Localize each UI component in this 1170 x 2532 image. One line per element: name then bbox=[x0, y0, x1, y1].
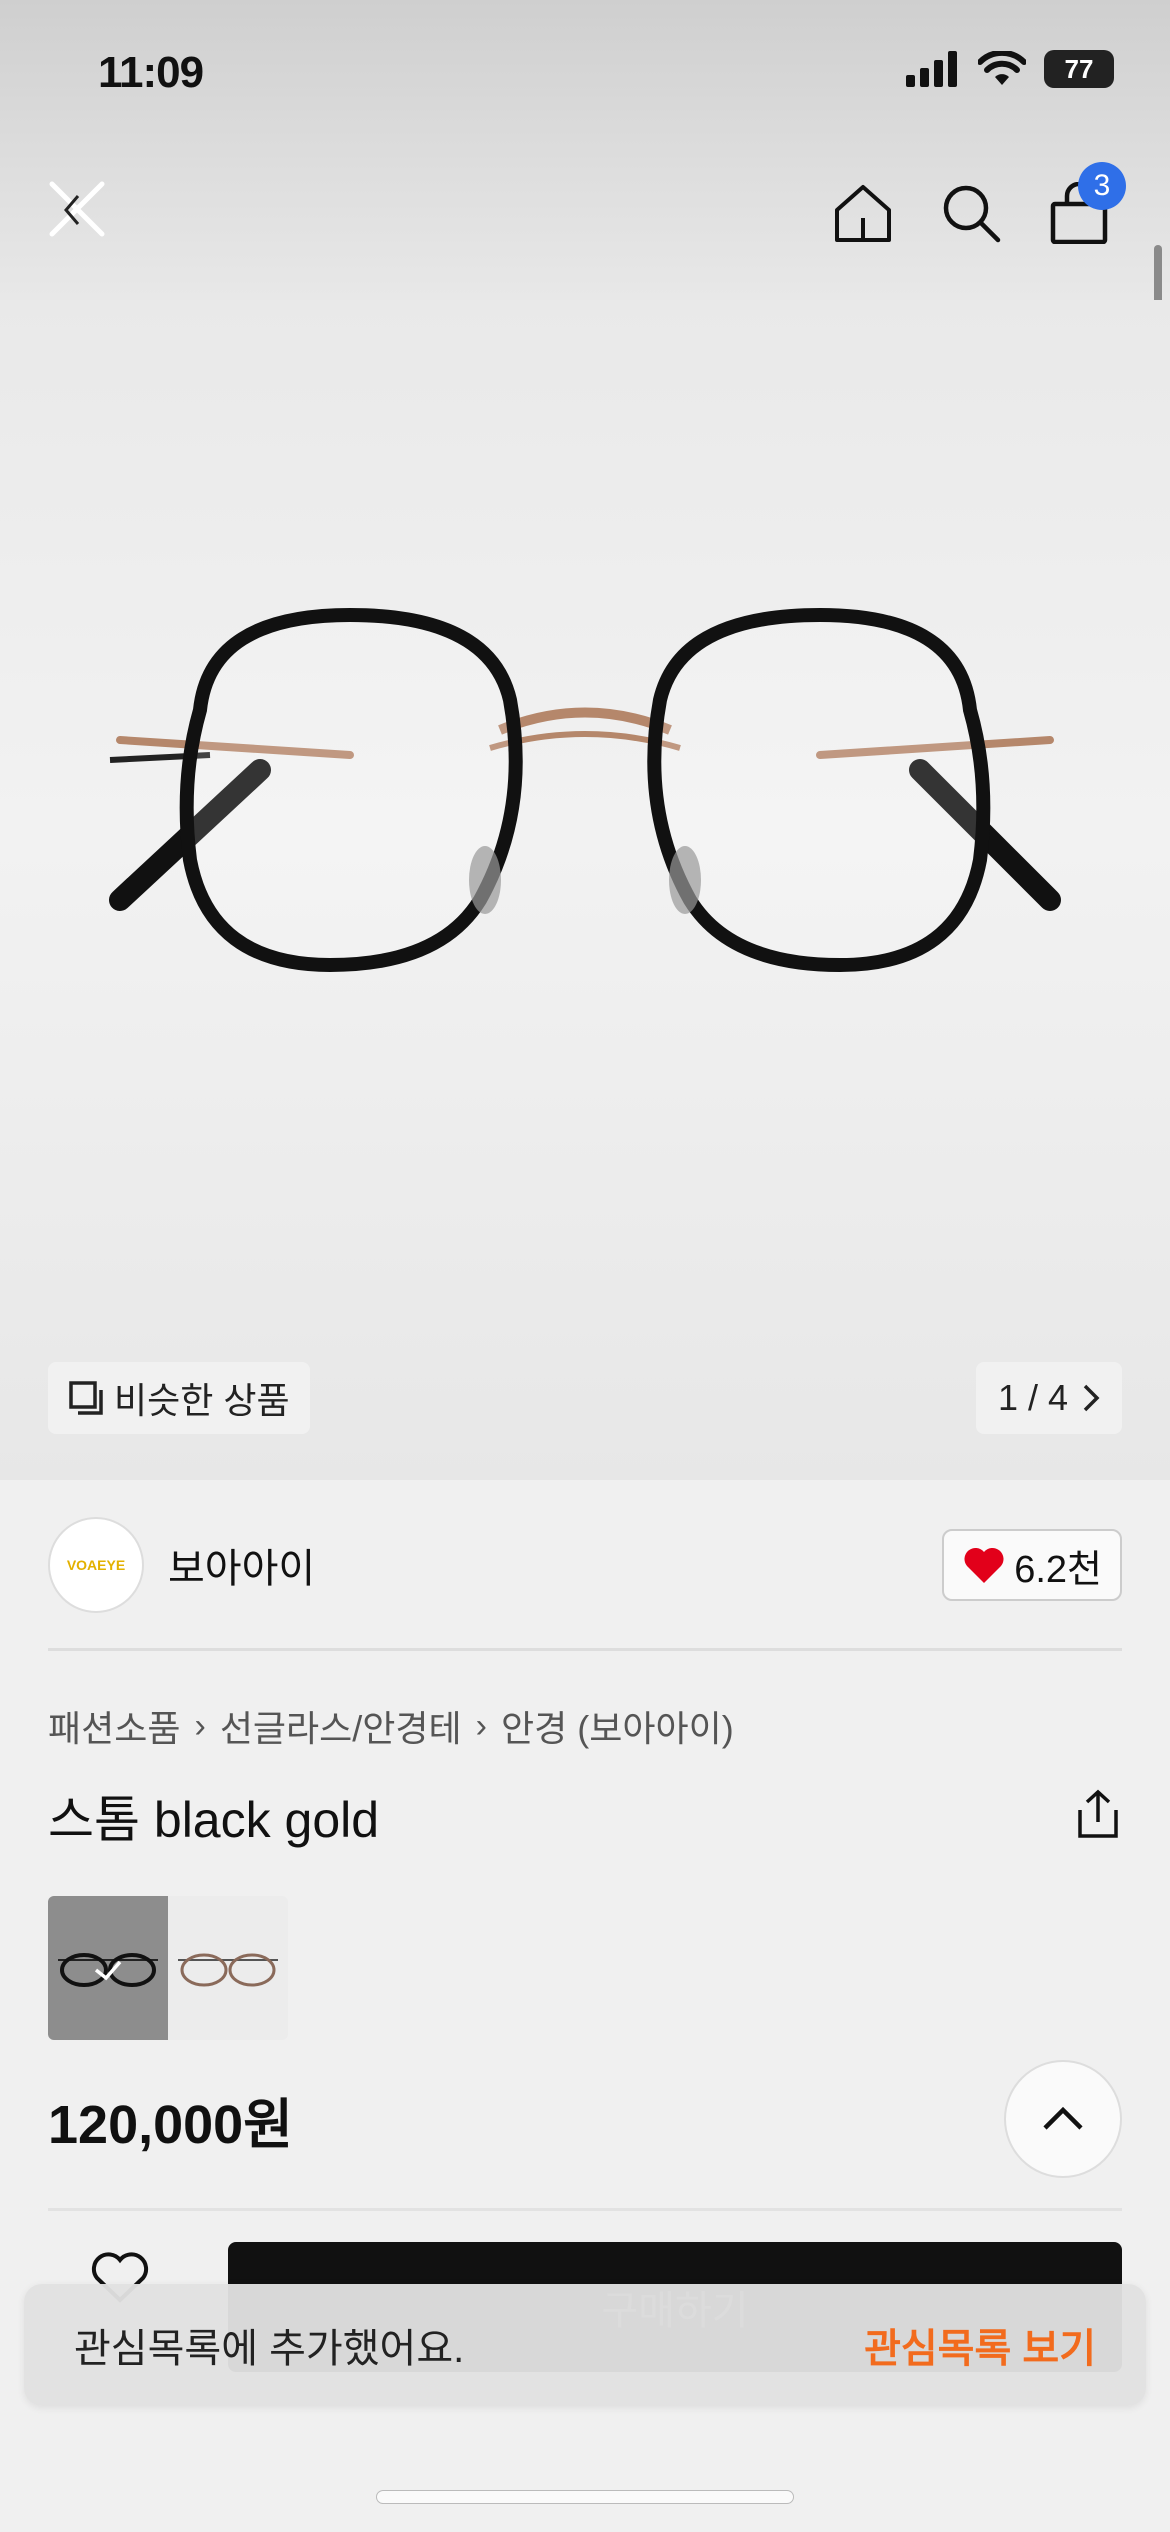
scroll-to-top-button[interactable] bbox=[1004, 2060, 1122, 2178]
home-icon bbox=[835, 185, 891, 242]
brand-like-button[interactable]: 6.2천 bbox=[942, 1529, 1122, 1601]
chevron-right-icon: › bbox=[475, 1706, 487, 1745]
color-option-black-gold[interactable] bbox=[48, 1896, 168, 2040]
product-image-gallery[interactable]: 비슷한 상품 1 / 4 bbox=[0, 300, 1170, 1480]
similar-products-label: 비슷한 상품 bbox=[114, 1380, 290, 1421]
chevron-right-icon: › bbox=[194, 1706, 206, 1745]
glasses-thumbnail-icon bbox=[58, 1953, 158, 1987]
breadcrumb-item[interactable]: 안경 (보아아이) bbox=[501, 1700, 734, 1752]
close-button[interactable] bbox=[44, 176, 110, 242]
similar-items-icon bbox=[69, 1381, 103, 1415]
divider bbox=[48, 1648, 1122, 1651]
toast-message: 관심목록에 추가했어요. bbox=[74, 2327, 465, 2371]
brand-name[interactable]: 보아아이 bbox=[168, 1536, 315, 1594]
glasses-thumbnail-icon bbox=[178, 1953, 278, 1987]
product-price: 120,000원 bbox=[48, 2094, 293, 2155]
product-title: 스톰 black gold bbox=[48, 1792, 380, 1848]
cart-button[interactable]: 3 bbox=[1046, 162, 1126, 246]
signal-icon bbox=[906, 51, 957, 87]
cart-count-badge: 3 bbox=[1078, 162, 1126, 210]
status-time: 11:09 bbox=[98, 48, 204, 97]
breadcrumb: 패션소품 › 선글라스/안경테 › 안경 (보아아이) bbox=[48, 1700, 734, 1752]
search-button[interactable] bbox=[938, 180, 1004, 246]
brand-like-count: 6.2천 bbox=[1014, 1548, 1102, 1591]
breadcrumb-item[interactable]: 선글라스/안경테 bbox=[220, 1700, 462, 1752]
status-bar: 11:09 77 bbox=[0, 0, 1170, 150]
brand-row: VOAEYE 보아아이 6.2천 bbox=[48, 1515, 1122, 1615]
home-button[interactable] bbox=[830, 180, 896, 246]
wifi-icon bbox=[978, 51, 1026, 85]
divider bbox=[48, 2208, 1122, 2211]
battery-icon: 77 bbox=[1044, 50, 1114, 88]
image-pager-count: 1 / 4 bbox=[997, 1377, 1068, 1418]
status-icons: 77 bbox=[906, 50, 1114, 88]
chevron-right-icon bbox=[1083, 1384, 1100, 1412]
breadcrumb-item[interactable]: 패션소품 bbox=[48, 1700, 180, 1752]
heart-filled-icon bbox=[964, 1547, 1004, 1583]
similar-products-button[interactable]: 비슷한 상품 bbox=[48, 1362, 310, 1434]
toast-notification: 관심목록에 추가했어요. 관심목록 보기 bbox=[24, 2284, 1146, 2406]
chevron-up-icon bbox=[1043, 2106, 1083, 2130]
product-image-glasses bbox=[109, 607, 1061, 973]
title-row: 스톰 black gold bbox=[48, 1780, 1122, 1852]
top-nav: 3 bbox=[0, 150, 1170, 300]
color-option-alt[interactable] bbox=[168, 1896, 288, 2040]
close-icon bbox=[49, 181, 105, 237]
brand-logo[interactable]: VOAEYE bbox=[48, 1517, 144, 1613]
image-pager[interactable]: 1 / 4 bbox=[975, 1362, 1122, 1434]
price-row: 120,000원 bbox=[48, 2060, 1122, 2178]
view-wishlist-link[interactable]: 관심목록 보기 bbox=[864, 2316, 1096, 2374]
share-button[interactable] bbox=[1074, 1788, 1122, 1845]
search-icon bbox=[943, 185, 1001, 243]
color-options bbox=[48, 1896, 288, 2040]
share-icon bbox=[1078, 1789, 1118, 1838]
home-indicator[interactable] bbox=[376, 2490, 794, 2504]
